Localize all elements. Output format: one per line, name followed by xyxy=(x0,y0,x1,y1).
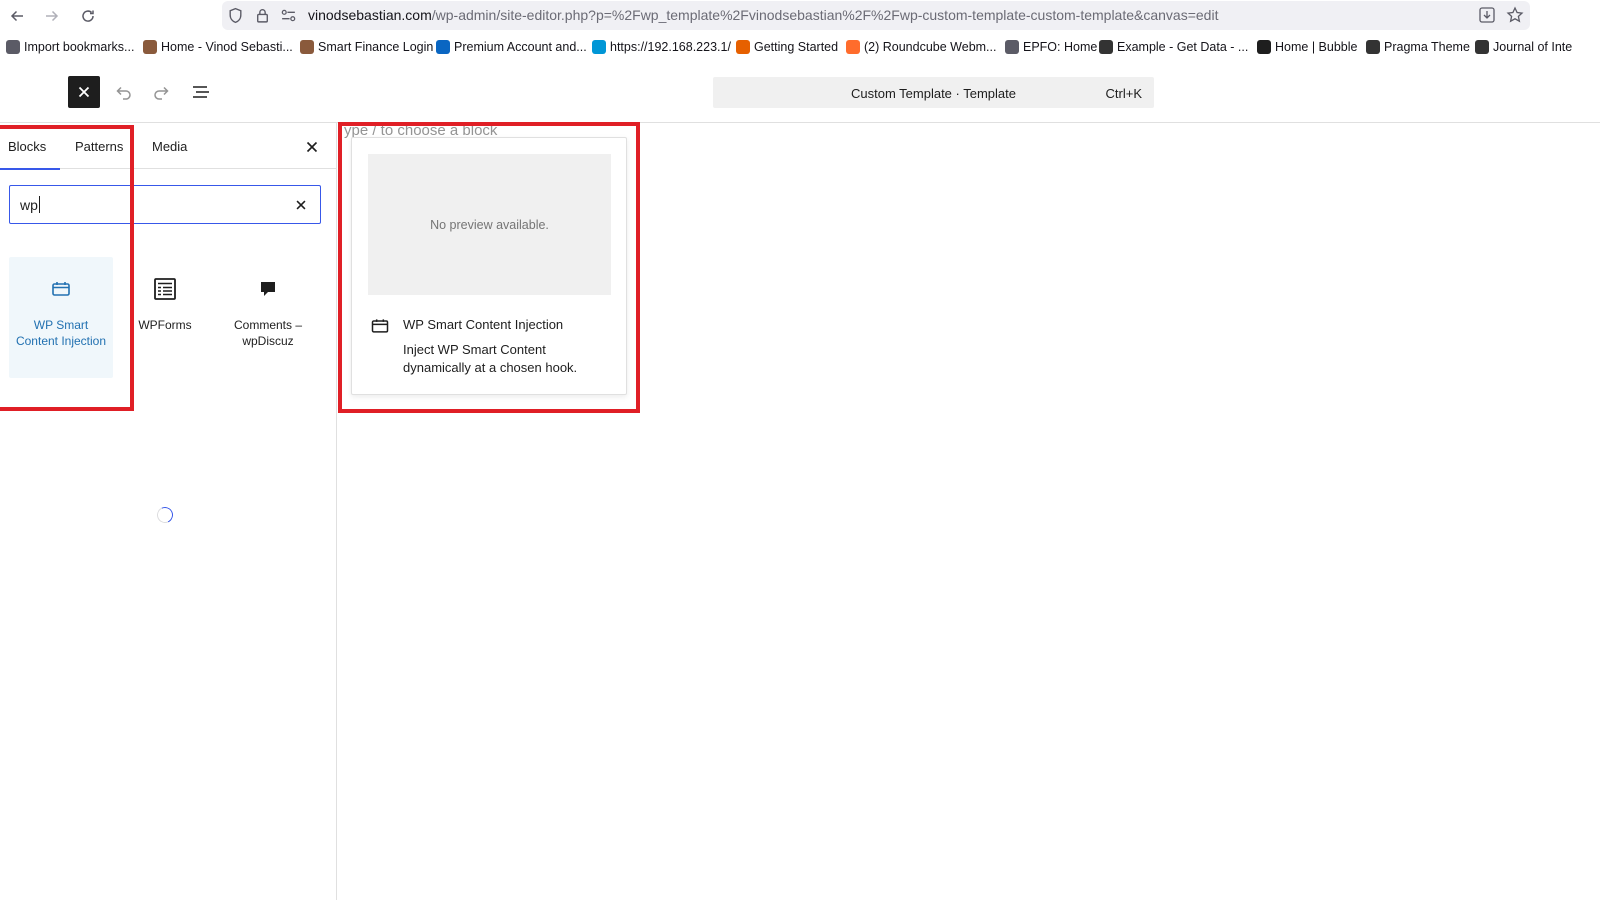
block-result-label: Comments – wpDiscuz xyxy=(233,318,303,348)
command-center[interactable]: Custom Template · Template Ctrl+K xyxy=(713,77,1154,108)
tab-media[interactable]: Media xyxy=(144,123,195,169)
loading-spinner xyxy=(154,504,176,526)
bookmark-label: Premium Account and... xyxy=(454,40,587,54)
avatar-icon xyxy=(143,40,157,54)
pkp-icon xyxy=(1475,40,1489,54)
pkp-icon xyxy=(1366,40,1380,54)
form-icon xyxy=(153,277,177,301)
bookmark-item[interactable]: Home | Bubble xyxy=(1257,40,1357,54)
bookmark-label: Example - Get Data - ... xyxy=(1117,40,1249,54)
bookmark-item[interactable]: Premium Account and... xyxy=(436,40,587,54)
back-icon[interactable] xyxy=(5,4,29,28)
firefox-icon xyxy=(736,40,750,54)
bookmark-item[interactable]: Example - Get Data - ... xyxy=(1099,40,1248,54)
linkedin-icon xyxy=(436,40,450,54)
close-inserter-button[interactable] xyxy=(68,76,100,108)
bookmark-label: Pragma Theme xyxy=(1384,40,1470,54)
redo-button[interactable] xyxy=(150,80,174,104)
bookmark-item[interactable]: Getting Started xyxy=(736,40,838,54)
bookmark-item[interactable]: Import bookmarks... xyxy=(6,40,134,54)
bookmark-label: Home - Vinod Sebasti... xyxy=(161,40,293,54)
close-icon xyxy=(296,200,306,210)
bookmark-label: Smart Finance Login xyxy=(318,40,434,54)
bubble-icon xyxy=(1257,40,1271,54)
bookmark-item[interactable]: EPFO: Home xyxy=(1005,40,1097,54)
lock-icon[interactable] xyxy=(254,7,271,24)
bookmark-item[interactable]: Smart Finance Login xyxy=(300,40,433,54)
close-icon xyxy=(78,86,90,98)
url-text: vinodsebastian.com/wp-admin/site-editor.… xyxy=(308,7,1218,23)
browser-toolbar: vinodsebastian.com/wp-admin/site-editor.… xyxy=(0,0,1600,32)
bookmark-label: Import bookmarks... xyxy=(24,40,135,54)
bookmarks-toolbar: Import bookmarks... Home - Vinod Sebasti.… xyxy=(0,36,1600,62)
bookmark-label: Journal of Inte xyxy=(1493,40,1573,54)
forward-icon[interactable] xyxy=(40,4,64,28)
url-bar[interactable]: vinodsebastian.com/wp-admin/site-editor.… xyxy=(222,1,1530,30)
cpanel-icon xyxy=(846,40,860,54)
bookmark-label: (2) Roundcube Webm... xyxy=(864,40,997,54)
close-icon xyxy=(306,141,318,153)
hp-icon xyxy=(592,40,606,54)
bookmark-item[interactable]: (2) Roundcube Webm... xyxy=(846,40,996,54)
shield-icon[interactable] xyxy=(227,7,244,24)
list-view-icon xyxy=(193,86,209,98)
clear-search-button[interactable] xyxy=(292,196,310,214)
bookmark-item[interactable]: Journal of Inte xyxy=(1475,40,1572,54)
bookmark-item[interactable]: Home - Vinod Sebasti... xyxy=(143,40,293,54)
pkp-icon xyxy=(1099,40,1113,54)
template-title: Custom Template · Template xyxy=(851,86,1016,101)
bookmark-label: Getting Started xyxy=(754,40,839,54)
import-icon xyxy=(6,40,20,54)
comment-icon xyxy=(256,277,280,301)
document-overview-button[interactable] xyxy=(189,80,213,104)
highlight-box-preview xyxy=(338,122,640,413)
bookmark-item[interactable]: https://192.168.223.1/ xyxy=(592,40,731,54)
close-panel-button[interactable] xyxy=(302,137,322,157)
avatar-icon xyxy=(300,40,314,54)
reload-icon[interactable] xyxy=(76,4,100,28)
url-host: vinodsebastian.com xyxy=(308,7,432,23)
command-shortcut: Ctrl+K xyxy=(1105,86,1142,101)
bookmark-item[interactable]: Pragma Theme xyxy=(1366,40,1470,54)
bookmark-label: Home | Bubble xyxy=(1275,40,1358,54)
highlight-box-inserter-result xyxy=(0,125,134,411)
undo-button[interactable] xyxy=(111,80,135,104)
globe-icon xyxy=(1005,40,1019,54)
bookmark-label: EPFO: Home xyxy=(1023,40,1098,54)
redo-icon xyxy=(154,86,169,100)
bookmark-star-icon[interactable] xyxy=(1506,6,1526,26)
editor-header: Custom Template · Template Ctrl+K xyxy=(0,62,1600,122)
save-page-icon[interactable] xyxy=(1478,6,1498,26)
undo-icon xyxy=(116,86,131,100)
bookmark-label: https://192.168.223.1/ xyxy=(610,40,731,54)
url-path: /wp-admin/site-editor.php?p=%2Fwp_templa… xyxy=(431,7,1219,23)
block-result-comments-wpdiscuz[interactable]: Comments – wpDiscuz xyxy=(216,257,320,378)
permissions-icon[interactable] xyxy=(280,7,297,24)
